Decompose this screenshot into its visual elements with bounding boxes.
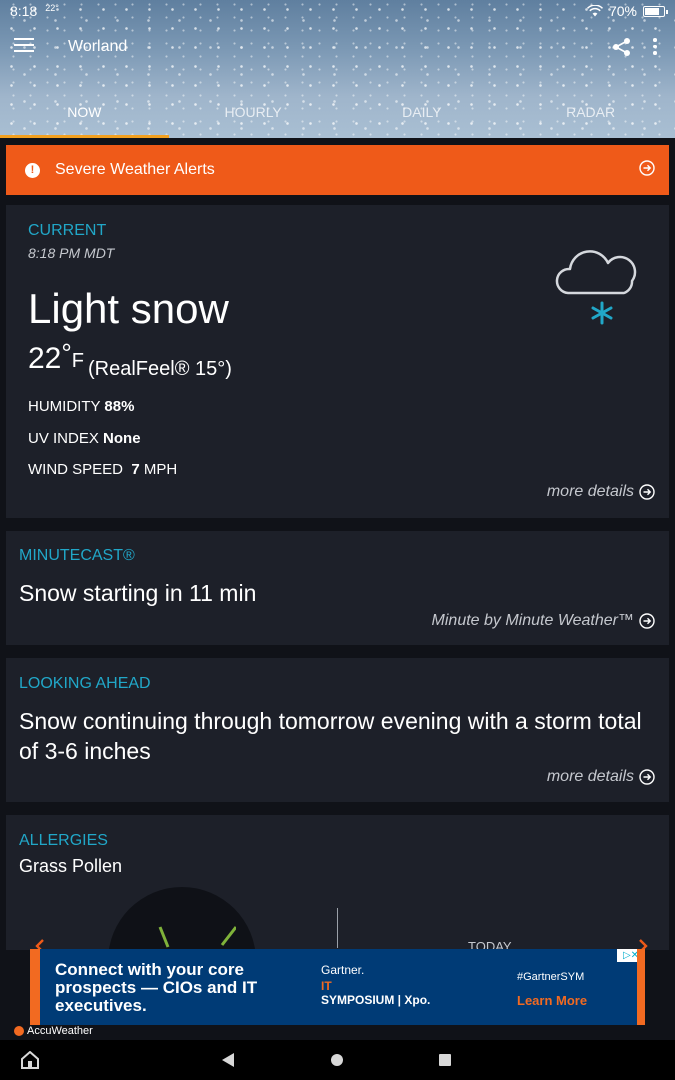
looking-ahead-headline: Snow continuing through tomorrow evening… bbox=[19, 708, 642, 764]
share-icon[interactable] bbox=[611, 36, 633, 58]
allergies-card[interactable]: ALLERGIES Grass Pollen TODAY bbox=[6, 815, 669, 950]
current-conditions-card[interactable]: CURRENT 8:18 PM MDT Light snow 22 ° F (R… bbox=[6, 205, 669, 518]
ad-brand: Gartner. bbox=[321, 963, 365, 977]
home-icon[interactable] bbox=[20, 1051, 40, 1069]
temperature: 22 ° F (RealFeel® 15°) bbox=[28, 338, 232, 380]
location-title[interactable]: Worland bbox=[68, 38, 127, 56]
app-screen: 8:18 22° 70% Worland NOW HOURLY DAILY RA… bbox=[0, 0, 675, 1080]
ad-symposium: SYMPOSIUM | Xpo. bbox=[321, 993, 431, 1007]
logo-text: AccuWeather bbox=[27, 1025, 93, 1037]
card-title: ALLERGIES bbox=[19, 832, 108, 849]
severe-weather-alert-bar[interactable]: ! Severe Weather Alerts bbox=[6, 145, 669, 195]
ad-headline: Connect with your core prospects — CIOs … bbox=[55, 960, 258, 1015]
ad-it: IT bbox=[321, 979, 332, 993]
tab-radar[interactable]: RADAR bbox=[506, 96, 675, 138]
menu-icon-line bbox=[14, 50, 34, 52]
condition-text: Light snow bbox=[28, 285, 229, 332]
back-icon[interactable] bbox=[221, 1052, 235, 1068]
home-button-icon[interactable] bbox=[331, 1054, 343, 1066]
current-more-details-link[interactable]: more details bbox=[547, 483, 655, 501]
app-bar: Worland bbox=[0, 30, 675, 64]
battery-icon bbox=[643, 5, 668, 17]
minute-by-minute-link[interactable]: Minute by Minute Weather™ bbox=[432, 612, 655, 630]
minutecast-headline: Snow starting in 11 min bbox=[19, 580, 257, 606]
arrow-circle-icon bbox=[639, 484, 655, 500]
observation-time: 8:18 PM MDT bbox=[28, 245, 115, 261]
arrow-circle-icon bbox=[639, 613, 655, 629]
realfeel-temperature: (RealFeel® 15°) bbox=[88, 358, 232, 380]
status-time: 8:18 bbox=[10, 3, 38, 19]
alert-label: Severe Weather Alerts bbox=[55, 161, 215, 178]
tab-hourly[interactable]: HOURLY bbox=[169, 96, 338, 138]
wind-speed-stat: WIND SPEED 7 MPH bbox=[28, 461, 177, 478]
divider bbox=[337, 908, 338, 948]
minutecast-card[interactable]: MINUTECAST® Snow starting in 11 min Minu… bbox=[6, 531, 669, 645]
wind-unit: MPH bbox=[143, 461, 178, 478]
dot bbox=[653, 44, 657, 48]
menu-icon-line bbox=[14, 44, 34, 46]
sun-logo-icon bbox=[14, 1026, 24, 1036]
accuweather-logo: AccuWeather bbox=[14, 1025, 93, 1037]
gauge-marks bbox=[158, 926, 236, 948]
uv-label: UV INDEX bbox=[28, 430, 99, 447]
card-title: CURRENT bbox=[28, 222, 107, 239]
humidity-stat: HUMIDITY 88% bbox=[28, 398, 134, 415]
battery-percent: 70% bbox=[608, 3, 637, 19]
ad-hashtag: #GartnerSYM bbox=[517, 971, 585, 983]
uv-value: None bbox=[103, 430, 141, 447]
card-title: MINUTECAST® bbox=[19, 547, 135, 564]
header-background: 8:18 22° 70% Worland NOW HOURLY DAILY RA… bbox=[0, 0, 675, 138]
dot bbox=[653, 38, 657, 42]
ad-learn-more-button[interactable]: Learn More bbox=[517, 993, 587, 1008]
menu-button[interactable] bbox=[14, 38, 34, 54]
status-temperature: 22° bbox=[45, 3, 59, 13]
arrow-circle-icon bbox=[639, 769, 655, 785]
looking-ahead-more-details-link[interactable]: more details bbox=[547, 768, 655, 786]
tab-bar: NOW HOURLY DAILY RADAR bbox=[0, 96, 675, 138]
wind-label: WIND SPEED bbox=[28, 461, 124, 478]
looking-ahead-card[interactable]: LOOKING AHEAD Snow continuing through to… bbox=[6, 658, 669, 802]
tab-daily[interactable]: DAILY bbox=[338, 96, 507, 138]
humidity-label: HUMIDITY bbox=[28, 398, 101, 415]
allergy-type: Grass Pollen bbox=[19, 856, 123, 876]
temperature-unit: F bbox=[71, 350, 84, 372]
more-details-label: more details bbox=[546, 768, 634, 785]
wind-value: 7 bbox=[131, 461, 140, 478]
status-bar: 8:18 22° 70% bbox=[0, 0, 675, 22]
system-navigation-bar bbox=[0, 1040, 675, 1080]
alert-icon: ! bbox=[25, 162, 40, 178]
status-right: 70% bbox=[586, 3, 668, 19]
tab-now[interactable]: NOW bbox=[0, 96, 169, 138]
menu-icon-line bbox=[14, 38, 34, 40]
advertisement-banner[interactable]: Connect with your core prospects — CIOs … bbox=[30, 949, 645, 1025]
snow-cloud-icon bbox=[555, 250, 637, 325]
more-details-label: more details bbox=[546, 483, 634, 500]
dot bbox=[653, 51, 657, 55]
degree-symbol: ° bbox=[61, 338, 72, 368]
ad-stripe bbox=[30, 949, 40, 1025]
temperature-value: 22 bbox=[28, 342, 62, 375]
arrow-circle-icon bbox=[639, 160, 655, 176]
ad-stripe bbox=[637, 949, 645, 1025]
card-title: LOOKING AHEAD bbox=[19, 675, 151, 692]
uv-index-stat: UV INDEX None bbox=[28, 430, 141, 447]
humidity-value: 88% bbox=[104, 398, 135, 415]
recents-icon[interactable] bbox=[439, 1054, 451, 1066]
overflow-menu-button[interactable] bbox=[648, 38, 662, 58]
wifi-icon bbox=[586, 5, 603, 17]
minute-link-label: Minute by Minute Weather™ bbox=[431, 612, 634, 629]
